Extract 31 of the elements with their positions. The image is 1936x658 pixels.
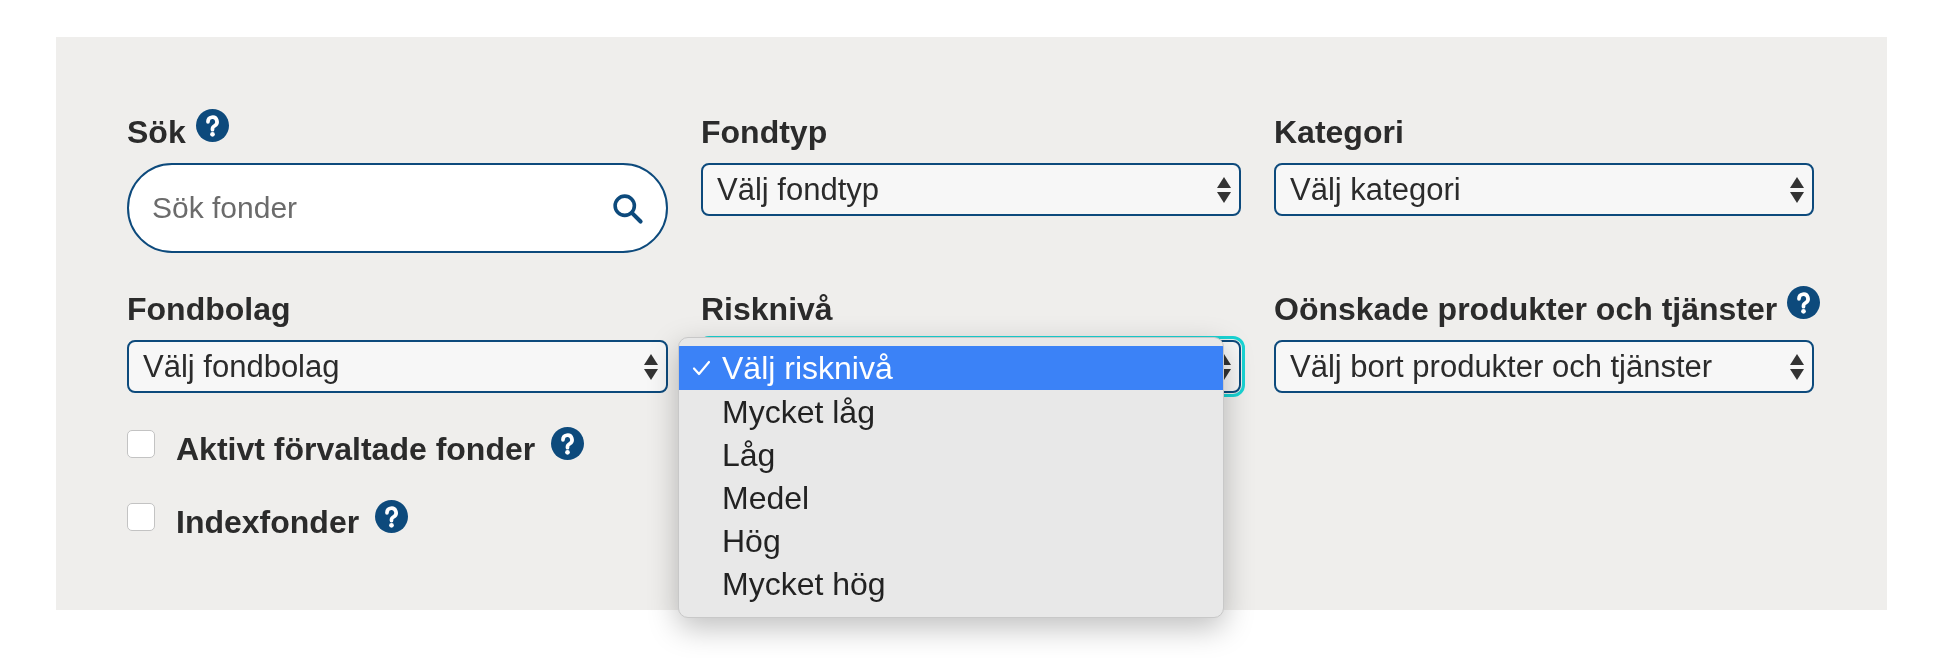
field-label: Kategori <box>1274 113 1404 151</box>
updown-arrows-icon <box>1217 176 1231 203</box>
search-field[interactable]: Sök fonder <box>127 163 668 253</box>
help-icon[interactable] <box>195 109 229 142</box>
checkbox-label: Indexfonder <box>176 503 360 541</box>
dropdown-select[interactable]: Välj fondtyp <box>701 163 1241 216</box>
field-label: Sök <box>127 113 186 151</box>
checkbox-label: Aktivt förvaltade fonder <box>176 430 536 468</box>
updown-arrows-icon <box>1790 176 1804 203</box>
help-icon[interactable] <box>375 500 409 533</box>
field-label: Risknivå <box>701 290 833 328</box>
check-icon <box>692 360 711 376</box>
dropdown-option[interactable]: Välj risknivå <box>679 346 1223 390</box>
field-label: Fondbolag <box>127 290 291 328</box>
dropdown-select[interactable]: Välj fondbolag <box>127 340 668 393</box>
dropdown-option[interactable]: Mycket låg <box>679 390 1223 433</box>
dropdown-option[interactable]: Mycket hög <box>679 562 1223 605</box>
help-icon[interactable] <box>551 427 585 460</box>
dropdown-option[interactable]: Hög <box>679 519 1223 562</box>
dropdown-option[interactable]: Medel <box>679 476 1223 519</box>
checkbox[interactable] <box>127 430 155 458</box>
field-label: Fondtyp <box>701 113 828 151</box>
search-icon[interactable] <box>611 192 644 225</box>
help-icon[interactable] <box>1787 286 1821 319</box>
dropdown-option[interactable]: Låg <box>679 433 1223 476</box>
dropdown-select[interactable]: Välj bort produkter och tjänster <box>1274 340 1814 393</box>
dropdown-select[interactable]: Välj kategori <box>1274 163 1814 216</box>
checkbox[interactable] <box>127 503 155 531</box>
updown-arrows-icon <box>644 353 658 380</box>
field-label: Oönskade produkter och tjänster <box>1274 290 1778 328</box>
updown-arrows-icon <box>1790 353 1804 380</box>
